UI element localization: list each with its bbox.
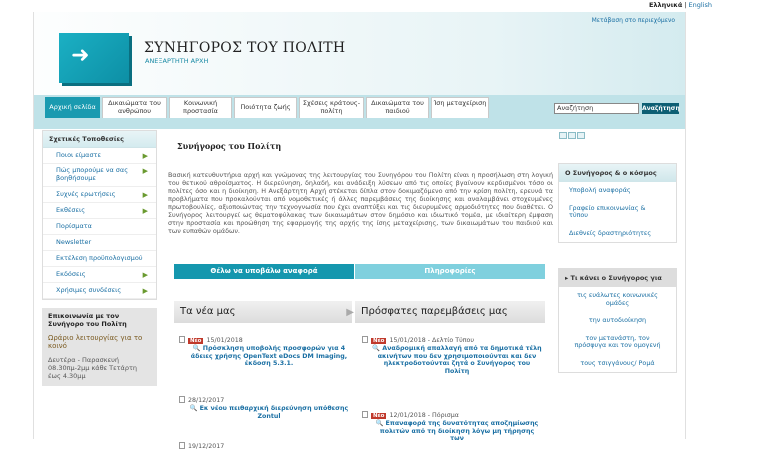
magnifier-icon: 🔍 [189,405,198,412]
news-item: 28/12/2017 🔍 Εκ νέου πειθαρχική διερεύνησ… [179,396,349,420]
site-header: Μετάβαση στο περιεχόμενο ➜ ΣΥΝΗΓΟΡΟΣ ΤΟΥ… [34,12,685,95]
font-small-icon[interactable] [559,132,567,139]
intervention-date: 15/01/2018 [389,337,426,344]
ombudsman-world-box: Ο Συνήγορος & ο κόσμος Υποβολή αναφοράς … [558,163,677,243]
sidebar-item-publications[interactable]: Εκδόσεις ▶ [43,267,156,283]
news-meta: 28/12/2017 [179,396,349,405]
arrow-right-icon: ▶ [142,167,148,175]
new-badge: Νέο [371,338,387,344]
arrow-right-icon: ▶ [142,191,148,199]
news-meta: 19/12/2017 [179,442,349,451]
page-title: Συνήγορος του Πολίτη [177,141,282,151]
opening-hours-text: Δευτέρα - Παρασκευή 08.30πμ-2μμ κάθε Τετ… [48,356,137,380]
magnifier-icon: 🔍 [375,420,384,427]
press-office-link[interactable]: Γραφείο επικοινωνίας & τύπου [559,200,676,225]
tab-social-protection[interactable]: Κοινωνική προστασία [169,97,232,118]
related-sites-heading: Σχετικές Τοποθεσίες [43,131,156,148]
site-title[interactable]: ΣΥΝΗΓΟΡΟΣ ΤΟΥ ΠΟΛΙΤΗ [144,40,345,56]
arrow-right-icon: ▶ [142,152,148,160]
what-ombudsman-does-heading: ▸ Τι κάνει ο Συνήγορος για [559,269,676,287]
news-date: 15/01/2018 [206,337,243,344]
logo-box [59,33,129,83]
intervention-category: Πόρισμα [432,412,459,419]
search-button[interactable]: Αναζήτηση [642,103,680,114]
sidebar-item-faq[interactable]: Συχνές ερωτήσεις ▶ [43,187,156,203]
chevron-right-icon: ▶ [346,307,354,318]
contact-box: Επικοινωνία με τον Συνήγορο του Πολίτη Ω… [42,308,157,386]
accessibility-icons [559,132,586,141]
roma-link[interactable]: τους τσιγγάνους/ Ρομά [559,355,676,373]
tab-state-citizen[interactable]: Σχέσεις κράτους-πολίτη [299,97,364,118]
contact-title[interactable]: Επικοινωνία με τον Συνήγορο του Πολίτη [48,312,151,328]
tab-quality-of-life[interactable]: Ποιότητα ζωής [234,97,297,118]
intervention-meta: Νέο 15/01/2018 - Δελτίο Τύπου [362,336,542,345]
sidebar-item-useful-links[interactable]: Χρήσιμες συνδέσεις ▶ [43,283,156,299]
logo-arrow-icon: ➜ [71,43,90,68]
font-large-icon[interactable] [568,132,576,139]
magnifier-icon: 🔍 [192,345,201,352]
document-icon [179,396,185,403]
intervention-meta: Νέο 12/01/2018 - Πόρισμα [362,411,542,420]
interventions-heading: Πρόσφατες παρεμβάσεις μας [355,301,545,323]
sidebar-item-reports[interactable]: Εκθέσεις ▶ [43,203,156,219]
sidebar-item-findings[interactable]: Πορίσματα [43,219,156,235]
site-subtitle: ΑΝΕΞΑΡΤΗΤΗ ΑΡΧΗ [145,57,209,65]
tab-human-rights[interactable]: Δικαιώματα του ανθρώπου [102,97,167,118]
arrow-right-icon: ▶ [142,271,148,279]
news-title-link[interactable]: 🔍 Εκ νέου πειθαρχική διερεύνηση υπόθεσης … [179,405,349,420]
intervention-item: Νέο 12/01/2018 - Πόρισμα 🔍 Επαναφορά της δ… [362,411,542,443]
language-switcher: Ελληνικά | English [648,1,712,9]
document-icon [179,336,185,343]
language-bar: Ελληνικά | English [0,0,768,12]
document-icon [179,442,185,449]
sidebar-item-how-we-help[interactable]: Πώς μπορούμε να σας βοηθήσουμε ▶ [43,164,156,187]
related-sites-box: Σχετικές Τοποθεσίες Ποιοι είμαστε ▶ Πώς μ… [42,130,157,300]
submit-report-link[interactable]: Υποβολή αναφοράς [559,182,676,200]
new-badge: Νέο [371,413,387,419]
intervention-title-link[interactable]: 🔍 Αναδρομική απαλλαγή από τα δημοτικά τέλ… [362,345,542,375]
submit-report-button[interactable]: Θέλω να υποβάλω αναφορά [174,264,354,279]
opening-hours-title: Ωράριο λειτουργίας για το κοινό [48,334,143,350]
what-ombudsman-does-box: ▸ Τι κάνει ο Συνήγορος για τις ευάλωτες … [558,268,677,373]
news-item: 19/12/2017 [179,442,349,451]
sidebar-item-newsletter[interactable]: Newsletter [43,235,156,251]
news-date: 19/12/2017 [188,443,225,450]
intro-text: Βασική κατευθυντήρια αρχή και γνώμονας τ… [168,171,553,235]
arrow-right-icon: ▶ [142,207,148,215]
news-heading: Τα νέα μας ▶ [174,301,354,323]
sidebar-item-who-we-are[interactable]: Ποιοι είμαστε ▶ [43,148,156,164]
sidebar-item-budget[interactable]: Εκτέλεση προϋπολογισμού [43,251,156,267]
international-activities-link[interactable]: Διεθνείς δραστηριότητες [559,225,676,243]
migrants-refugees-link[interactable]: τον μετανάστη, τον πρόσφυγα και τον ομογ… [559,330,676,355]
tab-home[interactable]: Αρχική σελίδα [45,97,100,118]
skip-to-content-link[interactable]: Μετάβαση στο περιεχόμενο [592,17,675,24]
vulnerable-groups-link[interactable]: τις ευάλωτες κοινωνικές ομάδες [559,287,676,312]
magnifier-icon: 🔍 [372,345,381,352]
lang-english-link[interactable]: English [689,1,712,9]
news-meta: Νέο 15/01/2018 [179,336,349,345]
news-item: Νέο 15/01/2018 🔍 Πρόσκληση υποβολής προσφο… [179,336,349,368]
news-title-link[interactable]: 🔍 Πρόσκληση υποβολής προσφορών για 4 άδει… [179,345,349,368]
left-sidebar: Σχετικές Τοποθεσίες Ποιοι είμαστε ▶ Πώς μ… [42,130,157,386]
tab-equal-treatment[interactable]: Ίση μεταχείριση [431,97,489,118]
document-icon [362,336,368,343]
search-input[interactable]: Αναζήτηση [554,103,639,114]
intervention-item: Νέο 15/01/2018 - Δελτίο Τύπου 🔍 Αναδρομική… [362,336,542,375]
page-container: Μετάβαση στο περιεχόμενο ➜ ΣΥΝΗΓΟΡΟΣ ΤΟΥ… [33,12,686,450]
document-icon [362,411,368,418]
intervention-date: 12/01/2018 [389,412,426,419]
main-navigation: Αρχική σελίδα Δικαιώματα του ανθρώπου Κο… [34,95,685,129]
information-button[interactable]: Πληροφορίες [355,264,545,279]
intervention-category: Δελτίο Τύπου [432,337,475,344]
ombudsman-world-heading: Ο Συνήγορος & ο κόσμος [559,164,676,182]
intervention-title-link[interactable]: 🔍 Επαναφορά της δυνατότητας αποζημίωσης π… [362,420,542,443]
news-date: 28/12/2017 [188,397,225,404]
accessibility-icon[interactable] [577,132,585,139]
site-logo[interactable]: ➜ [59,29,134,84]
tab-child-rights[interactable]: Δικαιώματα του παιδιού [366,97,429,118]
arrow-right-icon: ▶ [142,287,148,295]
lang-current[interactable]: Ελληνικά [649,1,682,9]
new-badge: Νέο [188,338,204,344]
local-government-link[interactable]: την αυτοδιοίκηση [559,312,676,330]
